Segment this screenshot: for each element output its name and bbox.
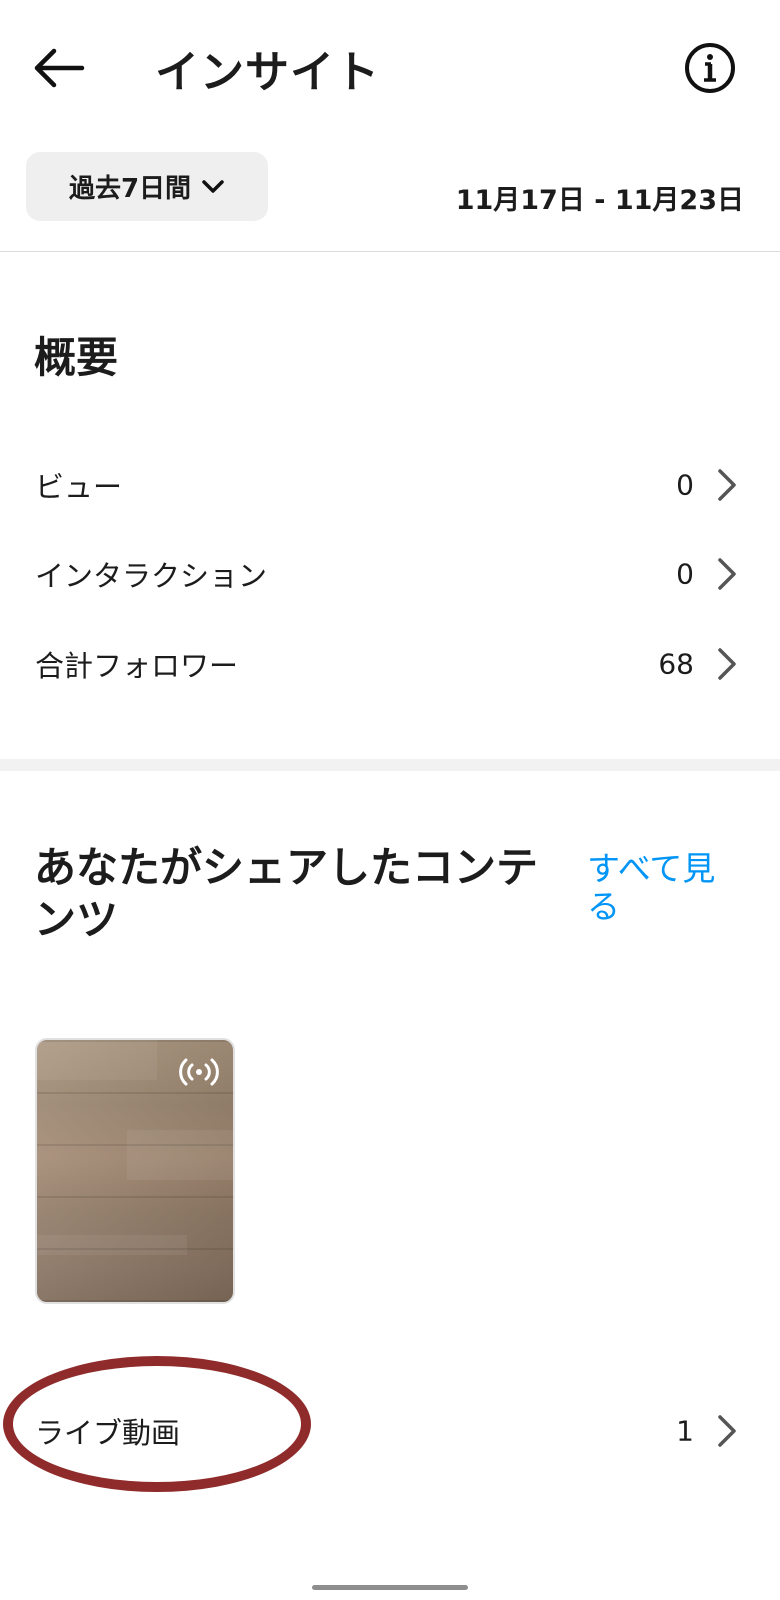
- live-broadcast-icon: [179, 1058, 219, 1086]
- chevron-right-icon: [718, 558, 736, 590]
- row-value: 68: [658, 647, 694, 681]
- date-range: 11月17日 - 11月23日: [455, 185, 744, 216]
- row-value: 0: [676, 468, 694, 502]
- home-indicator[interactable]: [312, 1585, 468, 1590]
- thumbnail-texture: [37, 1235, 187, 1255]
- row-label: インタラクション: [35, 559, 268, 593]
- divider: [0, 251, 780, 252]
- row-label: ライブ動画: [35, 1416, 181, 1450]
- live-video-row[interactable]: ライブ動画 1: [0, 1396, 780, 1466]
- overview-title: 概要: [34, 333, 119, 382]
- info-icon: [685, 43, 735, 93]
- overview-row-views[interactable]: ビュー 0: [0, 450, 780, 520]
- info-button[interactable]: [682, 40, 738, 96]
- chevron-right-icon: [718, 1415, 736, 1447]
- arrow-left-icon: [34, 48, 85, 88]
- overview-row-interactions[interactable]: インタラクション 0: [0, 539, 780, 609]
- row-value: 1: [676, 1414, 694, 1448]
- row-label: 合計フォロワー: [35, 649, 239, 683]
- chevron-right-icon: [718, 648, 736, 680]
- row-label: ビュー: [35, 470, 123, 504]
- thumbnail-texture: [127, 1130, 233, 1180]
- page-title: インサイト: [155, 47, 380, 98]
- chevron-right-icon: [718, 469, 736, 501]
- row-value: 0: [676, 557, 694, 591]
- thumbnail-texture: [37, 1040, 157, 1080]
- back-button[interactable]: [30, 38, 90, 98]
- header: インサイト: [0, 0, 780, 130]
- see-all-link[interactable]: すべて見る: [587, 850, 737, 926]
- chevron-down-icon: [202, 179, 224, 193]
- period-label: 過去7日間: [68, 174, 192, 204]
- overview-row-followers[interactable]: 合計フォロワー 68: [0, 629, 780, 699]
- live-video-thumbnail[interactable]: [35, 1038, 235, 1304]
- content-title: あなたがシェアしたコンテンツ: [34, 843, 539, 944]
- period-dropdown[interactable]: 過去7日間: [26, 152, 268, 221]
- section-divider: [0, 759, 780, 771]
